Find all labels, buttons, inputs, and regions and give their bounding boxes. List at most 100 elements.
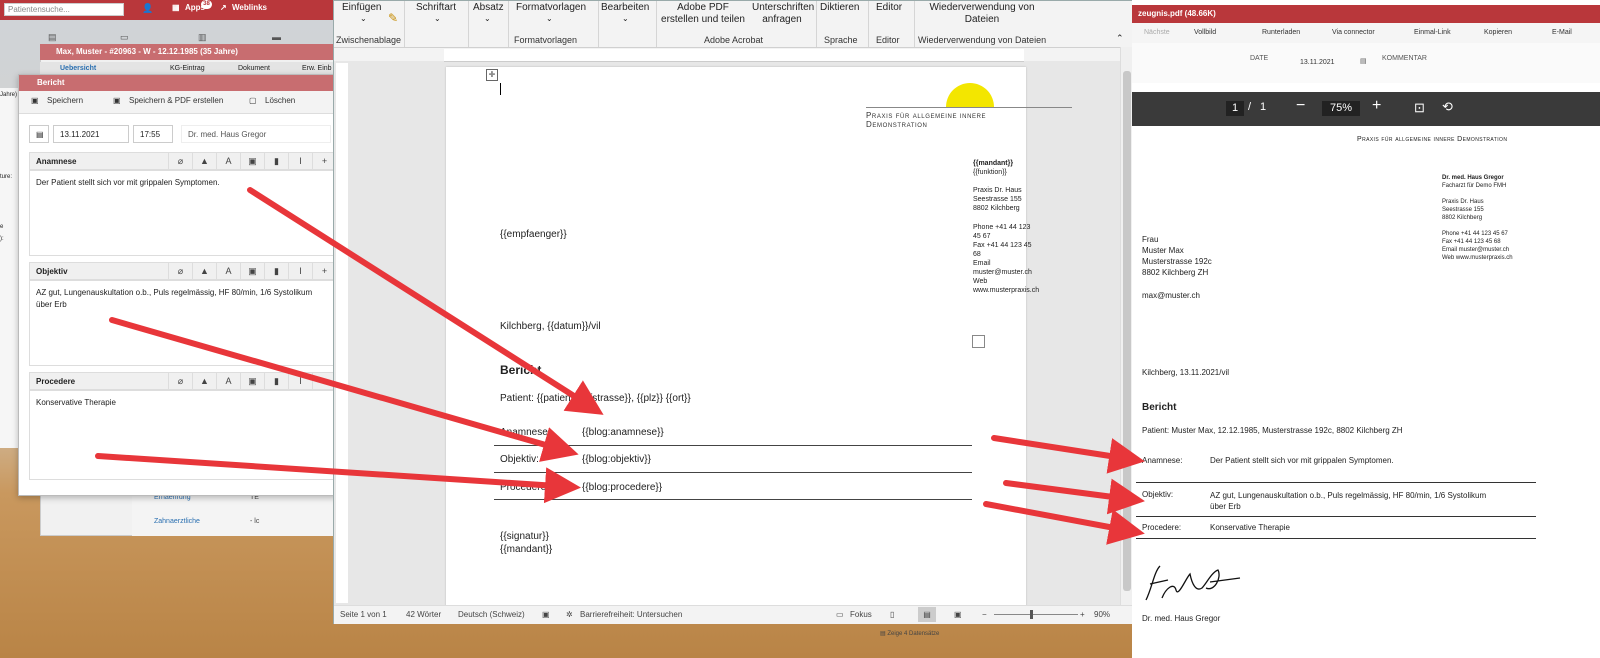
tab-erw-einb[interactable]: Erw. Einb	[302, 65, 332, 72]
warning-icon[interactable]: ▲	[192, 263, 216, 279]
text-cursor-icon[interactable]: I	[288, 373, 312, 389]
request-signatures-button[interactable]: Unterschriften anfragen	[752, 2, 814, 26]
zoom-input[interactable]: 75%	[1322, 101, 1360, 116]
tab-kg-eintrag[interactable]: KG-Eintrag	[170, 65, 205, 72]
web-layout-icon[interactable]: ▣	[954, 610, 962, 619]
save-pdf-button[interactable]: Speichern & PDF erstellen	[129, 96, 223, 105]
delete-icon[interactable]: ▢	[249, 96, 257, 105]
collapse-ribbon-icon[interactable]: ⌃	[1116, 33, 1124, 44]
patient-search-input[interactable]: Patientensuche...	[4, 3, 124, 16]
save-icon[interactable]: ▣	[31, 96, 39, 105]
save-button[interactable]: Speichern	[47, 96, 83, 105]
accessibility-icon[interactable]: ✲	[566, 610, 573, 619]
ribbon-group-paragraph[interactable]: Absatz ⌄	[468, 1, 509, 47]
zoom-in-icon[interactable]: +	[1372, 97, 1381, 115]
weblinks-icon[interactable]: ↗	[220, 3, 227, 12]
calendar-icon[interactable]: ▤	[29, 125, 49, 143]
focus-icon[interactable]: ▭	[836, 610, 844, 619]
anamnese-textarea[interactable]: Der Patient stellt sich vor mit grippale…	[29, 170, 337, 256]
horizontal-ruler[interactable]	[444, 49, 1024, 62]
zoom-in-icon[interactable]: +	[1080, 610, 1085, 619]
trash-icon[interactable]: ▮	[264, 373, 288, 389]
trash-icon[interactable]: ▮	[264, 263, 288, 279]
warning-icon[interactable]: ▲	[192, 153, 216, 169]
trash-icon[interactable]: ▮	[264, 153, 288, 169]
table-move-handle-icon[interactable]: ✛	[486, 69, 498, 81]
save-pdf-icon[interactable]: ▣	[113, 96, 121, 105]
font-button[interactable]: Schriftart	[416, 2, 456, 14]
procedere-textarea[interactable]: Konservative Therapie	[29, 390, 337, 480]
page-number-input[interactable]: 1	[1226, 101, 1244, 116]
next-button[interactable]: Nächste	[1144, 29, 1170, 36]
format-painter-icon[interactable]: ✎	[388, 11, 398, 25]
styles-button[interactable]: Formatvorlagen	[516, 2, 586, 14]
download-button[interactable]: Runterladen	[1262, 29, 1300, 36]
print-layout-icon[interactable]: ▤	[918, 607, 936, 622]
one-time-link-button[interactable]: Einmal-Link	[1414, 29, 1451, 36]
dictate-button[interactable]: Diktieren	[820, 2, 859, 14]
attach-icon[interactable]: ⌀	[168, 263, 192, 279]
save-icon[interactable]: ▣	[240, 153, 264, 169]
word-count[interactable]: 42 Wörter	[406, 610, 441, 619]
folder-icon[interactable]: ▭	[120, 32, 129, 43]
chevron-down-icon[interactable]: ⌄	[546, 14, 553, 23]
focus-mode-button[interactable]: Fokus	[850, 610, 872, 619]
adobe-pdf-button[interactable]: Adobe PDF erstellen und teilen	[660, 2, 746, 26]
chevron-down-icon[interactable]: ⌄	[484, 14, 491, 23]
date-value[interactable]: 13.11.2021	[1300, 59, 1335, 66]
weblinks-button[interactable]: Weblinks	[232, 3, 267, 12]
car-icon[interactable]: ▬	[272, 32, 281, 42]
editing-button[interactable]: Bearbeiten	[601, 2, 649, 14]
calendar-icon[interactable]: ▤	[1360, 57, 1367, 65]
via-connector-button[interactable]: Via connector	[1332, 29, 1375, 36]
font-icon[interactable]: A	[216, 263, 240, 279]
tab-dokument[interactable]: Dokument	[238, 65, 270, 72]
attach-icon[interactable]: ⌀	[168, 373, 192, 389]
save-icon[interactable]: ▣	[240, 263, 264, 279]
zoom-slider-handle[interactable]	[1030, 610, 1033, 619]
paragraph-button[interactable]: Absatz	[473, 2, 504, 14]
chevron-down-icon[interactable]: ⌄	[622, 14, 629, 23]
warning-icon[interactable]: ▲	[192, 373, 216, 389]
page-count[interactable]: Seite 1 von 1	[340, 610, 387, 619]
fullscreen-button[interactable]: Vollbild	[1194, 29, 1216, 36]
doctor-field[interactable]: Dr. med. Haus Gregor	[181, 125, 331, 143]
zoom-out-icon[interactable]: −	[1296, 97, 1305, 115]
time-field[interactable]: 17:55	[133, 125, 173, 143]
calendar-icon[interactable]: ▤	[48, 32, 57, 43]
ribbon-group-editing[interactable]: Bearbeiten ⌄	[598, 1, 657, 47]
read-mode-icon[interactable]: ▯	[890, 610, 894, 619]
date-field[interactable]: 13.11.2021	[53, 125, 129, 143]
ribbon-group-font[interactable]: Schriftart ⌄	[404, 1, 469, 47]
macro-icon[interactable]: ▣	[542, 610, 550, 619]
scrollbar-thumb[interactable]	[1123, 71, 1131, 591]
save-icon[interactable]: ▣	[240, 373, 264, 389]
font-icon[interactable]: A	[216, 373, 240, 389]
apps-icon[interactable]: ▦	[172, 3, 180, 12]
copy-button[interactable]: Kopieren	[1484, 29, 1512, 36]
chevron-down-icon[interactable]: ⌄	[360, 14, 367, 23]
document-page[interactable]: ✛ Praxis für allgemeine innere Demonstra…	[446, 67, 1072, 607]
accessibility-status[interactable]: Barrierefreiheit: Untersuchen	[580, 610, 682, 619]
list-item[interactable]: Zahnaerztliche	[154, 518, 200, 525]
text-cursor-icon[interactable]: I	[288, 263, 312, 279]
email-button[interactable]: E-Mail	[1552, 29, 1572, 36]
tab-uebersicht[interactable]: Uebersicht	[60, 65, 96, 72]
text-cursor-icon[interactable]: I	[288, 153, 312, 169]
paste-button[interactable]: Einfügen	[342, 2, 381, 14]
language-indicator[interactable]: Deutsch (Schweiz)	[458, 610, 525, 619]
chevron-down-icon[interactable]: ⌄	[434, 14, 441, 23]
zoom-slider[interactable]	[994, 614, 1078, 615]
reuse-files-button[interactable]: Wiederverwendung von Dateien	[922, 2, 1042, 26]
delete-button[interactable]: Löschen	[265, 96, 295, 105]
chart-icon[interactable]: ▥	[198, 32, 207, 43]
rotate-icon[interactable]: ⟲	[1442, 99, 1453, 115]
zoom-out-icon[interactable]: −	[982, 610, 987, 619]
font-icon[interactable]: A	[216, 153, 240, 169]
vertical-ruler[interactable]	[336, 63, 348, 603]
editor-button[interactable]: Editor	[876, 2, 902, 14]
user-add-icon[interactable]: 👤	[142, 3, 153, 14]
checkbox-icon[interactable]	[972, 335, 985, 348]
zoom-level[interactable]: 90%	[1094, 610, 1110, 619]
objektiv-textarea[interactable]: AZ gut, Lungenauskultation o.b., Puls re…	[29, 280, 337, 366]
